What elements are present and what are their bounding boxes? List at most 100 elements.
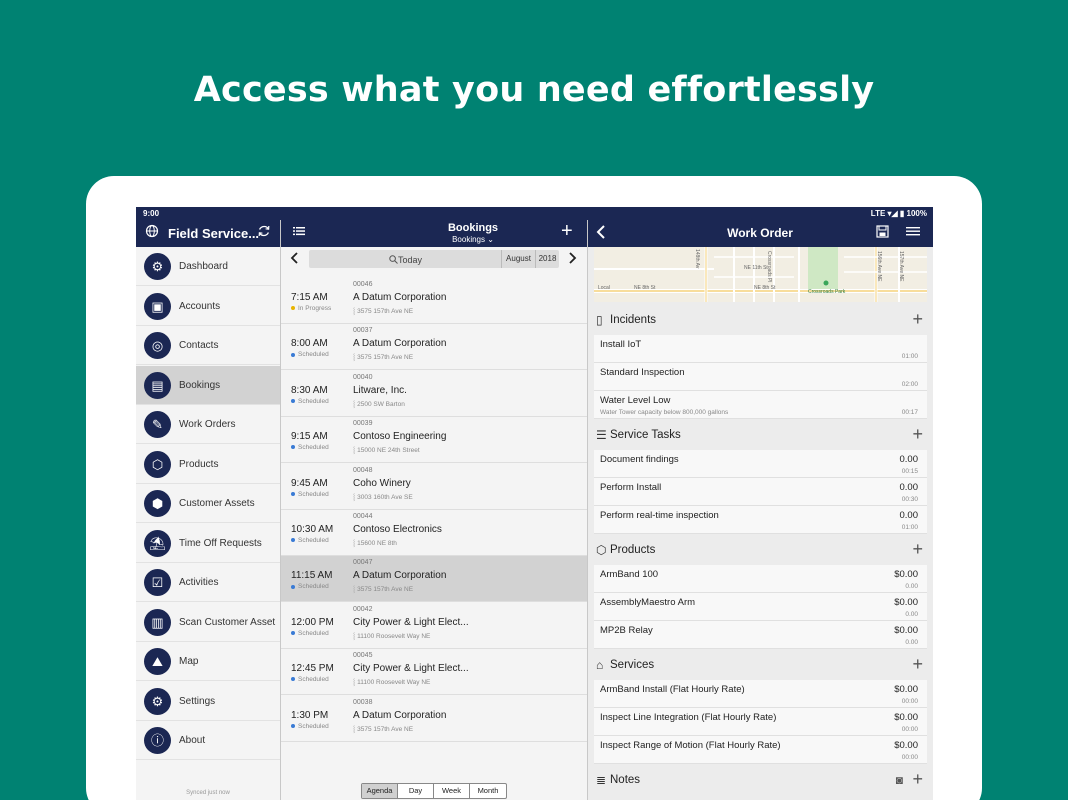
booking-status-label: Scheduled — [298, 490, 329, 498]
add-icon[interactable]: + — [912, 654, 923, 675]
box-icon: ⬡ — [596, 543, 607, 557]
app-bar: Field Service... Bookings Bookings ⌄ + W… — [136, 220, 933, 247]
sidebar-item-settings[interactable]: ⚙ Settings — [136, 682, 280, 721]
next-date-icon[interactable] — [568, 251, 577, 267]
sidebar-item-activities[interactable]: ☑ Activities — [136, 563, 280, 602]
list-item[interactable]: Standard Inspection 02:00 — [594, 363, 927, 391]
status-dot — [291, 306, 295, 311]
sidebar-item-about[interactable]: ⓘ About — [136, 721, 280, 760]
list-item[interactable]: Install IoT 01:00 — [594, 335, 927, 363]
item-value: 0.00 — [899, 454, 919, 465]
sidebar-item-contacts[interactable]: ◎ Contacts — [136, 326, 280, 365]
add-icon[interactable]: + — [912, 769, 923, 790]
booking-row[interactable]: 12:00 PM Scheduled 00042 City Power & Light… — [281, 603, 587, 649]
booking-account: A Datum Corporation — [353, 338, 447, 350]
booking-status-label: Scheduled — [298, 583, 329, 591]
tab-week[interactable]: Week — [434, 784, 470, 798]
add-icon[interactable]: + — [912, 539, 923, 560]
sync-icon[interactable] — [257, 224, 271, 242]
previous-date-icon[interactable] — [290, 251, 299, 267]
booking-row[interactable]: 11:15 AM Scheduled 00047 A Datum Corporatio… — [281, 556, 587, 603]
back-chevron-icon[interactable] — [595, 224, 607, 245]
clipboard-icon: ▯ — [596, 313, 603, 327]
month-selector[interactable]: August — [501, 250, 535, 268]
list-item[interactable]: Document findings 0.00 00:15 — [594, 450, 927, 478]
add-icon[interactable]: + — [912, 424, 923, 445]
sidebar-item-products[interactable]: ⬡ Products — [136, 445, 280, 484]
list-item[interactable]: Perform real-time inspection 0.00 01:00 — [594, 506, 927, 534]
tab-day[interactable]: Day — [398, 784, 434, 798]
booking-row[interactable]: 9:15 AM Scheduled 00039 Contoso Engineering… — [281, 417, 587, 464]
list-item[interactable]: Inspect Line Integration (Flat Hourly Ra… — [594, 708, 927, 736]
search-icon — [389, 255, 398, 264]
sidebar-item-label: Dashboard — [179, 261, 228, 272]
list-item[interactable]: Water Level Low Water Tower capacity belo… — [594, 391, 927, 419]
list-item[interactable]: Inspect Range of Motion (Flat Hourly Rat… — [594, 736, 927, 764]
booking-status: Scheduled — [291, 583, 329, 590]
list-item[interactable]: MP2B Relay $0.00 0.00 — [594, 621, 927, 649]
headline: Access what you need effortlessly — [193, 70, 875, 110]
booking-row[interactable]: 10:30 AM Scheduled 00044 Contoso Electronic… — [281, 510, 587, 556]
today-button[interactable]: Today — [389, 255, 422, 265]
sidebar-title: Field Service... — [168, 226, 260, 241]
date-field[interactable]: Today August 2018 — [309, 250, 559, 268]
item-duration: 0.00 — [905, 639, 918, 646]
sidebar-item-label: Map — [179, 656, 199, 667]
add-booking-icon[interactable]: + — [561, 221, 573, 241]
sidebar-item-customer-assets[interactable]: ⬢ Customer Assets — [136, 484, 280, 523]
booking-row[interactable]: 1:30 PM Scheduled 00038 A Datum Corporation… — [281, 696, 587, 742]
booking-row[interactable]: 12:45 PM Scheduled 00045 City Power & Light… — [281, 649, 587, 696]
list-item[interactable]: ArmBand Install (Flat Hourly Rate) $0.00 0… — [594, 680, 927, 708]
booking-status-label: In Progress — [298, 305, 332, 312]
booking-number: 00038 — [353, 698, 373, 706]
item-label: Inspect Line Integration (Flat Hourly Ra… — [600, 712, 777, 723]
bookings-view-selector[interactable]: Bookings ⌄ — [413, 235, 533, 244]
booking-number: 00042 — [353, 605, 373, 613]
list-item[interactable]: Perform Install 0.00 00:30 — [594, 478, 927, 506]
save-icon[interactable] — [876, 224, 889, 242]
booking-account: A Datum Corporation — [353, 570, 447, 582]
sidebar-item-map[interactable]: ⛰ Map — [136, 642, 280, 681]
list-item[interactable]: ArmBand 100 $0.00 0.00 — [594, 565, 927, 593]
list-item[interactable]: AssemblyMaestro Arm $0.00 0.00 — [594, 593, 927, 621]
booking-status-label: Scheduled — [298, 722, 329, 730]
item-label: Inspect Range of Motion (Flat Hourly Rat… — [600, 740, 781, 751]
work-order-pane: 148th Av NE 11th St Crossroads Pl Local NE 8… — [588, 247, 933, 800]
sidebar-item-label: Contacts — [179, 340, 219, 351]
booking-address: ⸾ 2500 SW Barton — [353, 399, 405, 408]
tab-month[interactable]: Month — [470, 784, 506, 798]
add-icon[interactable]: + — [912, 309, 923, 330]
sidebar-item-dashboard[interactable]: ⚙ Dashboard — [136, 247, 280, 286]
menu-icon[interactable] — [906, 224, 920, 242]
map-icon: ⛰ — [144, 648, 171, 675]
booking-row[interactable]: 7:15 AM In Progress 00046 A Datum Corporati… — [281, 278, 587, 324]
globe-icon[interactable] — [145, 224, 159, 242]
item-description: Water Tower capacity below 800,000 gallo… — [600, 409, 729, 416]
sidebar-item-work-orders[interactable]: ✎ Work Orders — [136, 405, 280, 444]
list-view-icon[interactable] — [292, 224, 306, 242]
sidebar-item-time-off-requests[interactable]: ⛱ Time Off Requests — [136, 524, 280, 563]
sidebar-item-accounts[interactable]: ▣ Accounts — [136, 287, 280, 326]
booking-number: 00044 — [353, 513, 373, 520]
map-label: 148th Av — [694, 249, 700, 269]
booking-time: 9:45 AM — [291, 477, 328, 489]
booking-time: 11:15 AM — [291, 570, 333, 582]
sidebar-item-label: Work Orders — [179, 419, 236, 430]
year-selector[interactable]: 2018 — [535, 250, 559, 268]
item-duration: 01:00 — [901, 353, 918, 360]
booking-row[interactable]: 9:45 AM Scheduled 00048 Coho Winery ⸾ 3003 1… — [281, 464, 587, 510]
booking-address-text: 3003 160th Ave SE — [357, 493, 413, 501]
sidebar-item-label: About — [179, 735, 206, 746]
item-value: $0.00 — [894, 597, 918, 608]
camera-icon[interactable]: ◙ — [896, 773, 903, 787]
status-dot — [291, 352, 295, 357]
sidebar-item-bookings[interactable]: ▤ Bookings — [136, 365, 280, 405]
location-map[interactable]: 148th Av NE 11th St Crossroads Pl Local NE 8… — [594, 247, 927, 302]
sidebar-item-label: Settings — [179, 695, 216, 707]
sidebar-item-scan-customer-asset[interactable]: ▥ Scan Customer Asset — [136, 603, 280, 642]
tab-agenda[interactable]: Agenda — [362, 784, 398, 798]
booking-status: In Progress — [291, 305, 331, 312]
booking-status-label: Scheduled — [298, 629, 329, 637]
booking-row[interactable]: 8:00 AM Scheduled 00037 A Datum Corporation… — [281, 324, 587, 371]
booking-row[interactable]: 8:30 AM Scheduled 00040 Litware, Inc. ⸾ 2500… — [281, 371, 587, 417]
